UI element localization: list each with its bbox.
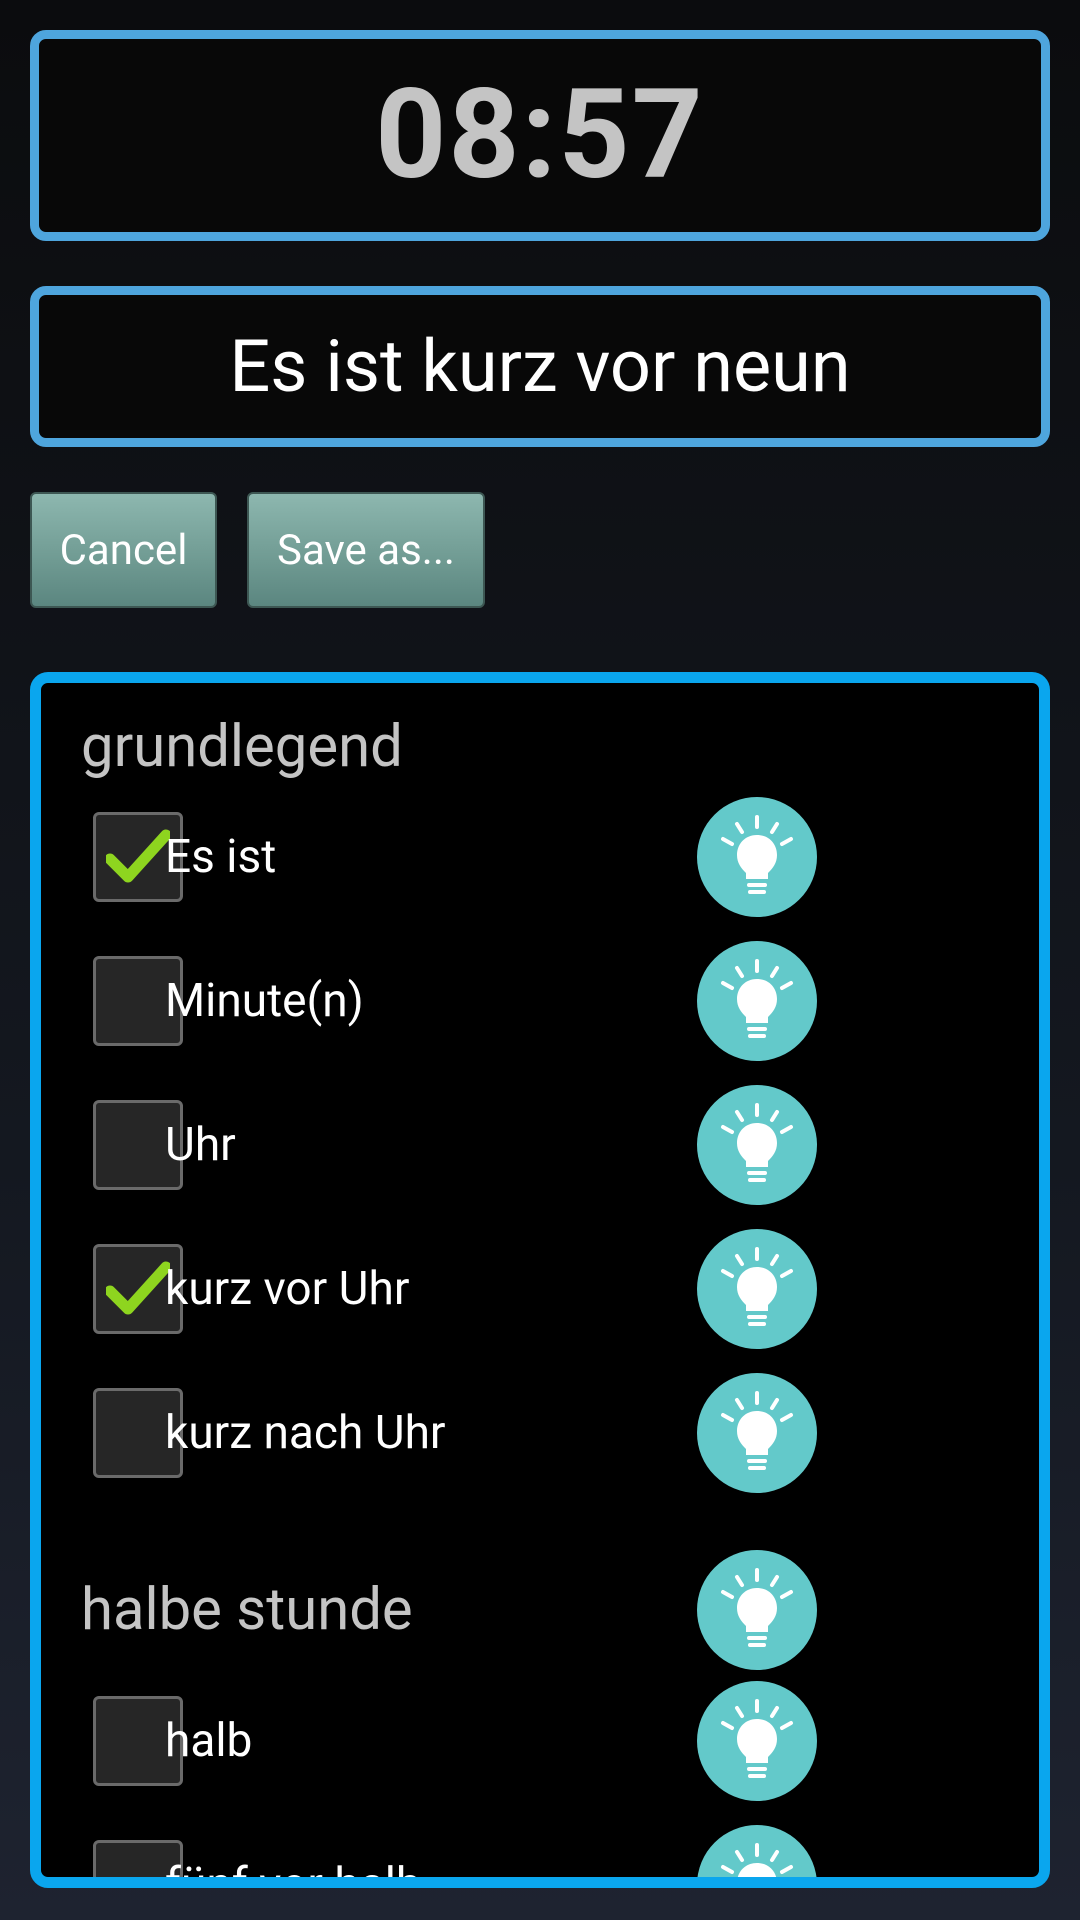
- phrase-display: Es ist kurz vor neun: [30, 286, 1050, 447]
- save-as-button[interactable]: Save as...: [247, 492, 485, 608]
- phrase-text: Es ist kurz vor neun: [229, 324, 851, 409]
- lightbulb-glyph: [721, 815, 793, 894]
- lightbulb-icon[interactable]: [697, 1681, 817, 1801]
- list-item-label: Uhr: [165, 1118, 236, 1172]
- lightbulb-glyph: [721, 1247, 793, 1326]
- list-item-label: Es ist: [165, 830, 277, 884]
- list-item-label: kurz nach Uhr: [165, 1406, 446, 1460]
- section-title-grundlegend: grundlegend: [81, 713, 403, 781]
- lightbulb-icon[interactable]: [697, 1229, 817, 1349]
- list-item-label: fünf vor halb: [165, 1858, 422, 1888]
- time-display[interactable]: 08:57: [30, 30, 1050, 241]
- list-item-label: kurz vor Uhr: [165, 1262, 410, 1316]
- lightbulb-glyph: [721, 1568, 793, 1647]
- lightbulb-glyph: [721, 1699, 793, 1778]
- checkmark-icon: [106, 829, 170, 883]
- list-item-label: Minute(n): [165, 974, 364, 1028]
- section-title-halbe-stunde: halbe stunde: [81, 1576, 413, 1644]
- cancel-button[interactable]: Cancel: [30, 492, 217, 608]
- lightbulb-icon[interactable]: [697, 797, 817, 917]
- lightbulb-glyph: [721, 959, 793, 1038]
- lightbulb-glyph: [721, 1391, 793, 1470]
- list-item-label: halb: [165, 1714, 253, 1768]
- lightbulb-glyph: [721, 1843, 793, 1877]
- lightbulb-icon[interactable]: [697, 1825, 817, 1877]
- lightbulb-icon[interactable]: [697, 1085, 817, 1205]
- lightbulb-icon[interactable]: [697, 941, 817, 1061]
- checkmark-icon: [106, 1261, 170, 1315]
- lightbulb-glyph: [721, 1103, 793, 1182]
- lightbulb-icon[interactable]: [697, 1373, 817, 1493]
- time-text: 08:57: [375, 63, 705, 208]
- word-list[interactable]: grundlegend Es ist Minute(n) Uhr kurz vo…: [30, 672, 1050, 1888]
- lightbulb-icon[interactable]: [697, 1550, 817, 1670]
